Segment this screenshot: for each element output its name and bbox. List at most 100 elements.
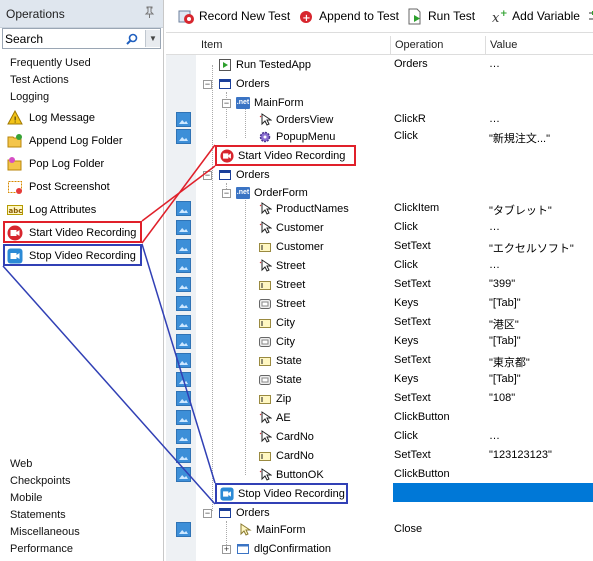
value-cell[interactable]: "タブレット" (489, 202, 552, 218)
table-row[interactable]: CardNo SetText "123123123" (166, 446, 593, 465)
op-pop-log-folder[interactable]: Pop Log Folder (7, 153, 104, 174)
group-web[interactable]: Web (10, 456, 32, 473)
operation-cell[interactable]: Click (394, 130, 418, 142)
operation-cell[interactable]: SetText (394, 449, 431, 461)
operation-cell[interactable]: SetText (394, 278, 431, 290)
screenshot-thumbnail-icon[interactable] (176, 334, 191, 349)
value-cell[interactable]: "[Tab]" (489, 373, 521, 385)
more-toolbar-button[interactable] (588, 8, 593, 25)
group-checkpoints[interactable]: Checkpoints (10, 473, 71, 490)
screenshot-thumbnail-icon[interactable] (176, 129, 191, 144)
group-frequently-used[interactable]: Frequently Used (10, 55, 91, 72)
table-row[interactable]: State Keys "[Tab]" (166, 370, 593, 389)
expand-toggle[interactable]: + (222, 545, 231, 554)
table-row[interactable]: City Keys "[Tab]" (166, 332, 593, 351)
item-cell[interactable]: Orders (218, 165, 270, 184)
value-cell[interactable]: "港区" (489, 316, 519, 332)
item-cell[interactable]: ProductNames (258, 199, 349, 218)
collapse-toggle[interactable]: − (222, 99, 231, 108)
operation-cell[interactable]: Click (394, 259, 418, 271)
screenshot-thumbnail-icon[interactable] (176, 220, 191, 235)
item-cell[interactable]: Street (258, 275, 305, 294)
screenshot-thumbnail-icon[interactable] (176, 353, 191, 368)
search-icon[interactable] (125, 32, 139, 46)
item-cell[interactable]: Customer (258, 218, 324, 237)
append-to-test-button[interactable]: + Append to Test (298, 8, 399, 25)
item-cell[interactable]: PopupMenu (258, 127, 335, 146)
screenshot-thumbnail-icon[interactable] (176, 112, 191, 127)
column-header-item[interactable]: Item (201, 39, 222, 51)
operation-cell[interactable]: Orders (394, 58, 428, 70)
value-cell[interactable]: … (489, 430, 500, 442)
value-cell[interactable]: … (489, 221, 500, 233)
value-cell[interactable]: "[Tab]" (489, 297, 521, 309)
table-row[interactable]: − Orders (166, 165, 593, 184)
pin-icon[interactable] (144, 6, 155, 22)
value-cell[interactable]: "東京都" (489, 354, 530, 370)
screenshot-thumbnail-icon[interactable] (176, 258, 191, 273)
op-log-attributes[interactable]: abc Log Attributes (7, 199, 96, 220)
item-cell[interactable]: City (258, 332, 295, 351)
operation-cell[interactable]: ClickItem (394, 202, 439, 214)
operation-cell[interactable]: Keys (394, 335, 418, 347)
table-row[interactable]: ProductNames ClickItem "タブレット" (166, 199, 593, 218)
operation-cell[interactable]: Click (394, 221, 418, 233)
group-logging[interactable]: Logging (10, 89, 49, 106)
operation-cell[interactable]: ClickR (394, 113, 426, 125)
table-row[interactable]: City SetText "港区" (166, 313, 593, 332)
op-post-screenshot[interactable]: Post Screenshot (7, 176, 110, 197)
column-header-value[interactable]: Value (490, 39, 517, 51)
item-cell[interactable]: Orders (218, 74, 270, 93)
item-cell[interactable]: State (258, 370, 302, 389)
table-row[interactable]: AE ClickButton (166, 408, 593, 427)
value-cell[interactable]: "108" (489, 392, 515, 404)
collapse-toggle[interactable]: − (222, 189, 231, 198)
operation-cell[interactable]: Click (394, 430, 418, 442)
item-cell[interactable]: Zip (258, 389, 291, 408)
screenshot-thumbnail-icon[interactable] (176, 201, 191, 216)
table-row[interactable]: − Orders (166, 74, 593, 93)
run-test-button[interactable]: Run Test (407, 8, 475, 25)
screenshot-thumbnail-icon[interactable] (176, 239, 191, 254)
column-divider[interactable] (485, 36, 486, 54)
screenshot-thumbnail-icon[interactable] (176, 410, 191, 425)
table-row[interactable]: Street Click … (166, 256, 593, 275)
operation-cell[interactable]: ClickButton (394, 468, 450, 480)
value-cell[interactable]: "[Tab]" (489, 335, 521, 347)
item-cell[interactable]: City (258, 313, 295, 332)
operation-cell[interactable]: SetText (394, 240, 431, 252)
group-mobile[interactable]: Mobile (10, 490, 42, 507)
table-row[interactable]: CardNo Click … (166, 427, 593, 446)
item-cell[interactable]: dlgConfirmation (236, 539, 331, 558)
screenshot-thumbnail-icon[interactable] (176, 372, 191, 387)
screenshot-thumbnail-icon[interactable] (176, 391, 191, 406)
screenshot-thumbnail-icon[interactable] (176, 315, 191, 330)
value-cell[interactable]: … (489, 113, 500, 125)
table-row[interactable]: Customer Click … (166, 218, 593, 237)
table-row[interactable]: Run TestedApp Orders … (166, 55, 593, 74)
screenshot-thumbnail-icon[interactable] (176, 448, 191, 463)
table-row[interactable]: State SetText "東京都" (166, 351, 593, 370)
operation-cell[interactable]: Keys (394, 297, 418, 309)
collapse-toggle[interactable]: − (203, 80, 212, 89)
operations-search-box[interactable]: ▼ (2, 28, 161, 49)
operation-cell[interactable]: SetText (394, 392, 431, 404)
screenshot-thumbnail-icon[interactable] (176, 429, 191, 444)
record-new-test-button[interactable]: Record New Test (178, 8, 290, 25)
item-cell[interactable]: ButtonOK (258, 465, 324, 484)
item-cell[interactable]: CardNo (258, 427, 314, 446)
chevron-down-icon[interactable]: ▼ (145, 30, 160, 47)
screenshot-thumbnail-icon[interactable] (176, 277, 191, 292)
value-cell[interactable]: … (489, 259, 500, 271)
collapse-toggle[interactable]: − (203, 171, 212, 180)
column-divider[interactable] (390, 36, 391, 54)
table-row[interactable]: PopupMenu Click "新規注文..." (166, 127, 593, 146)
group-test-actions[interactable]: Test Actions (10, 72, 69, 89)
operation-cell[interactable]: Keys (394, 373, 418, 385)
op-log-message[interactable]: ! Log Message (7, 107, 95, 128)
group-statements[interactable]: Statements (10, 507, 66, 524)
operations-search-input[interactable] (3, 31, 125, 46)
screenshot-thumbnail-icon[interactable] (176, 467, 191, 482)
table-row[interactable]: Zip SetText "108" (166, 389, 593, 408)
table-row[interactable]: MainForm Close (166, 520, 593, 539)
